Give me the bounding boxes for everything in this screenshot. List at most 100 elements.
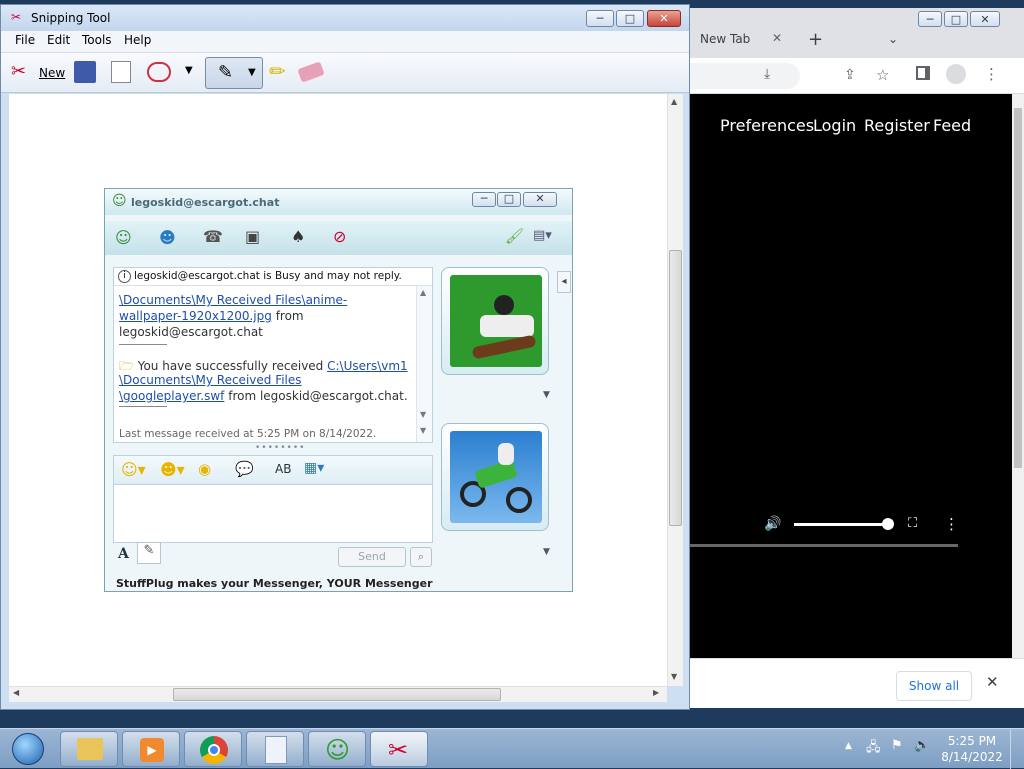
- video-call-icon[interactable]: ▣: [245, 227, 260, 246]
- message-2-path-c[interactable]: \googleplayer.swf: [119, 389, 224, 403]
- volume-icon[interactable]: 🔊: [764, 516, 781, 532]
- pen-tool-button[interactable]: ✎ ▼: [205, 57, 263, 89]
- snip-vertical-scroll-thumb[interactable]: [669, 250, 682, 526]
- scroll-right-icon[interactable]: ▶: [653, 688, 659, 697]
- scroll-end-icon[interactable]: ▼: [420, 426, 426, 435]
- show-desktop-button[interactable]: [1010, 729, 1024, 769]
- contact-display-picture[interactable]: [441, 267, 549, 375]
- snip-horizontal-scrollbar[interactable]: ◀ ▶: [9, 686, 667, 702]
- chrome-minimize-button[interactable]: ─: [918, 11, 942, 27]
- my-picture-dropdown-icon[interactable]: ▼: [543, 547, 550, 557]
- nav-login[interactable]: Login: [813, 116, 856, 135]
- page-scrollbar-thumb[interactable]: [1014, 108, 1022, 468]
- taskbar-media-player[interactable]: ▶: [122, 731, 180, 767]
- search-icon[interactable]: ⌕: [410, 547, 432, 567]
- video-progress-bar[interactable]: [690, 544, 958, 547]
- voice-clip-icon[interactable]: 💬: [235, 460, 254, 478]
- collapse-pictures-icon[interactable]: ◂: [557, 271, 571, 293]
- nav-register[interactable]: Register: [864, 116, 930, 135]
- new-snip-button[interactable]: ✂ New: [9, 59, 67, 87]
- menu-file[interactable]: File: [15, 33, 35, 47]
- address-bar[interactable]: ⤓: [690, 63, 800, 89]
- maximize-button[interactable]: □: [616, 10, 644, 27]
- video-menu-icon[interactable]: ⋮: [944, 515, 959, 533]
- tab-close-icon[interactable]: ✕: [772, 31, 782, 45]
- menu-help[interactable]: Help: [124, 33, 151, 47]
- messenger-maximize-button[interactable]: □: [497, 192, 521, 207]
- volume-icon[interactable]: 🔈: [914, 738, 930, 753]
- volume-slider-handle[interactable]: [882, 518, 894, 530]
- message-1-path-b[interactable]: wallpaper-1920x1200.jpg: [119, 309, 272, 323]
- scroll-down-icon[interactable]: ▼: [671, 672, 677, 681]
- start-button[interactable]: [2, 729, 52, 769]
- contact-picture-dropdown-icon[interactable]: ▼: [543, 390, 550, 400]
- chrome-maximize-button[interactable]: □: [944, 11, 968, 27]
- taskbar-explorer[interactable]: [60, 731, 118, 767]
- emoticon-icon[interactable]: ☺▾: [121, 460, 146, 479]
- taskbar-snipping-tool[interactable]: ✂: [370, 731, 428, 767]
- message-2-path-a[interactable]: C:\Users\vm1: [327, 359, 408, 373]
- show-hidden-icons[interactable]: ▲: [845, 741, 852, 751]
- save-icon[interactable]: [74, 61, 96, 83]
- fullscreen-icon[interactable]: ⛶: [908, 516, 917, 531]
- conversation-history[interactable]: i legoskid@escargot.chat is Busy and may…: [113, 267, 433, 443]
- install-icon[interactable]: ⤓: [764, 66, 770, 82]
- font-icon[interactable]: AB: [275, 462, 291, 476]
- snip-horizontal-scroll-thumb[interactable]: [173, 688, 501, 701]
- system-clock[interactable]: 5:25 PM 8/14/2022: [940, 733, 1004, 765]
- action-center-icon[interactable]: ⚑: [891, 738, 903, 753]
- side-panel-icon[interactable]: [916, 66, 930, 80]
- downloads-close-icon[interactable]: ✕: [986, 673, 999, 691]
- call-icon[interactable]: ☎: [203, 227, 223, 246]
- show-all-button[interactable]: Show all: [896, 671, 972, 701]
- block-contact-icon[interactable]: ⊘: [333, 227, 346, 246]
- network-icon[interactable]: 🖧: [866, 738, 881, 760]
- message-1-path-a[interactable]: \Documents\My Received Files\anime-: [119, 293, 347, 307]
- messenger-minimize-button[interactable]: ─: [472, 192, 496, 207]
- nudge-icon[interactable]: ◉: [198, 460, 211, 478]
- messenger-close-button[interactable]: ✕: [523, 192, 557, 207]
- tab-search-icon[interactable]: ⌄: [888, 32, 898, 46]
- eraser-icon[interactable]: [297, 61, 325, 83]
- send-snip-icon[interactable]: [147, 62, 171, 82]
- scroll-up-icon[interactable]: ▲: [671, 97, 677, 106]
- scroll-up-icon[interactable]: ▲: [420, 288, 426, 297]
- send-button[interactable]: Send: [338, 547, 406, 567]
- message-2-path-b[interactable]: \Documents\My Received Files: [119, 373, 302, 387]
- nav-feed[interactable]: Feed: [933, 116, 971, 135]
- wink-icon[interactable]: ☻▾: [160, 460, 185, 479]
- video-player[interactable]: 🔊 ⛶ ⋮: [690, 160, 982, 580]
- menu-edit[interactable]: Edit: [47, 33, 70, 47]
- invite-contact-icon[interactable]: ☺: [115, 228, 132, 247]
- new-tab-button[interactable]: +: [808, 29, 823, 50]
- chrome-close-button[interactable]: ✕: [970, 11, 1000, 27]
- snip-vertical-scrollbar[interactable]: ▲ ▼: [667, 94, 683, 686]
- profile-avatar-icon[interactable]: [946, 64, 966, 84]
- messenger-menu-icon[interactable]: ▤▾: [533, 228, 552, 243]
- share-folder-icon[interactable]: ☻: [159, 228, 176, 247]
- font-style-icon[interactable]: A: [118, 546, 129, 562]
- highlighter-icon[interactable]: ✏: [269, 59, 286, 83]
- pen-dropdown-icon[interactable]: ▼: [248, 67, 256, 78]
- message-input[interactable]: [113, 485, 433, 543]
- taskbar-chrome[interactable]: [184, 731, 242, 767]
- nav-preferences[interactable]: Preferences: [720, 116, 814, 135]
- taskbar-notepad[interactable]: [246, 731, 304, 767]
- taskbar-messenger[interactable]: ☺: [308, 731, 366, 767]
- copy-icon[interactable]: [111, 61, 131, 83]
- paintbrush-icon[interactable]: 🖌: [505, 227, 524, 245]
- volume-slider[interactable]: [794, 523, 886, 526]
- menu-tools[interactable]: Tools: [82, 33, 112, 47]
- conversation-scrollbar[interactable]: ▲ ▼ ▼: [416, 286, 432, 442]
- background-icon[interactable]: ▦▾: [304, 460, 324, 476]
- my-display-picture[interactable]: [441, 423, 549, 531]
- share-icon[interactable]: ⇪: [844, 67, 856, 83]
- chrome-menu-icon[interactable]: ⋮: [984, 65, 999, 83]
- close-button[interactable]: ✕: [647, 10, 681, 27]
- games-icon[interactable]: ♠: [291, 227, 305, 246]
- send-snip-dropdown-icon[interactable]: ▼: [185, 65, 193, 76]
- splitter-grip[interactable]: ••••••••: [255, 443, 305, 453]
- handwriting-icon[interactable]: ✎: [137, 542, 161, 564]
- chrome-tab[interactable]: New Tab ✕: [690, 24, 814, 58]
- scroll-left-icon[interactable]: ◀: [13, 688, 19, 697]
